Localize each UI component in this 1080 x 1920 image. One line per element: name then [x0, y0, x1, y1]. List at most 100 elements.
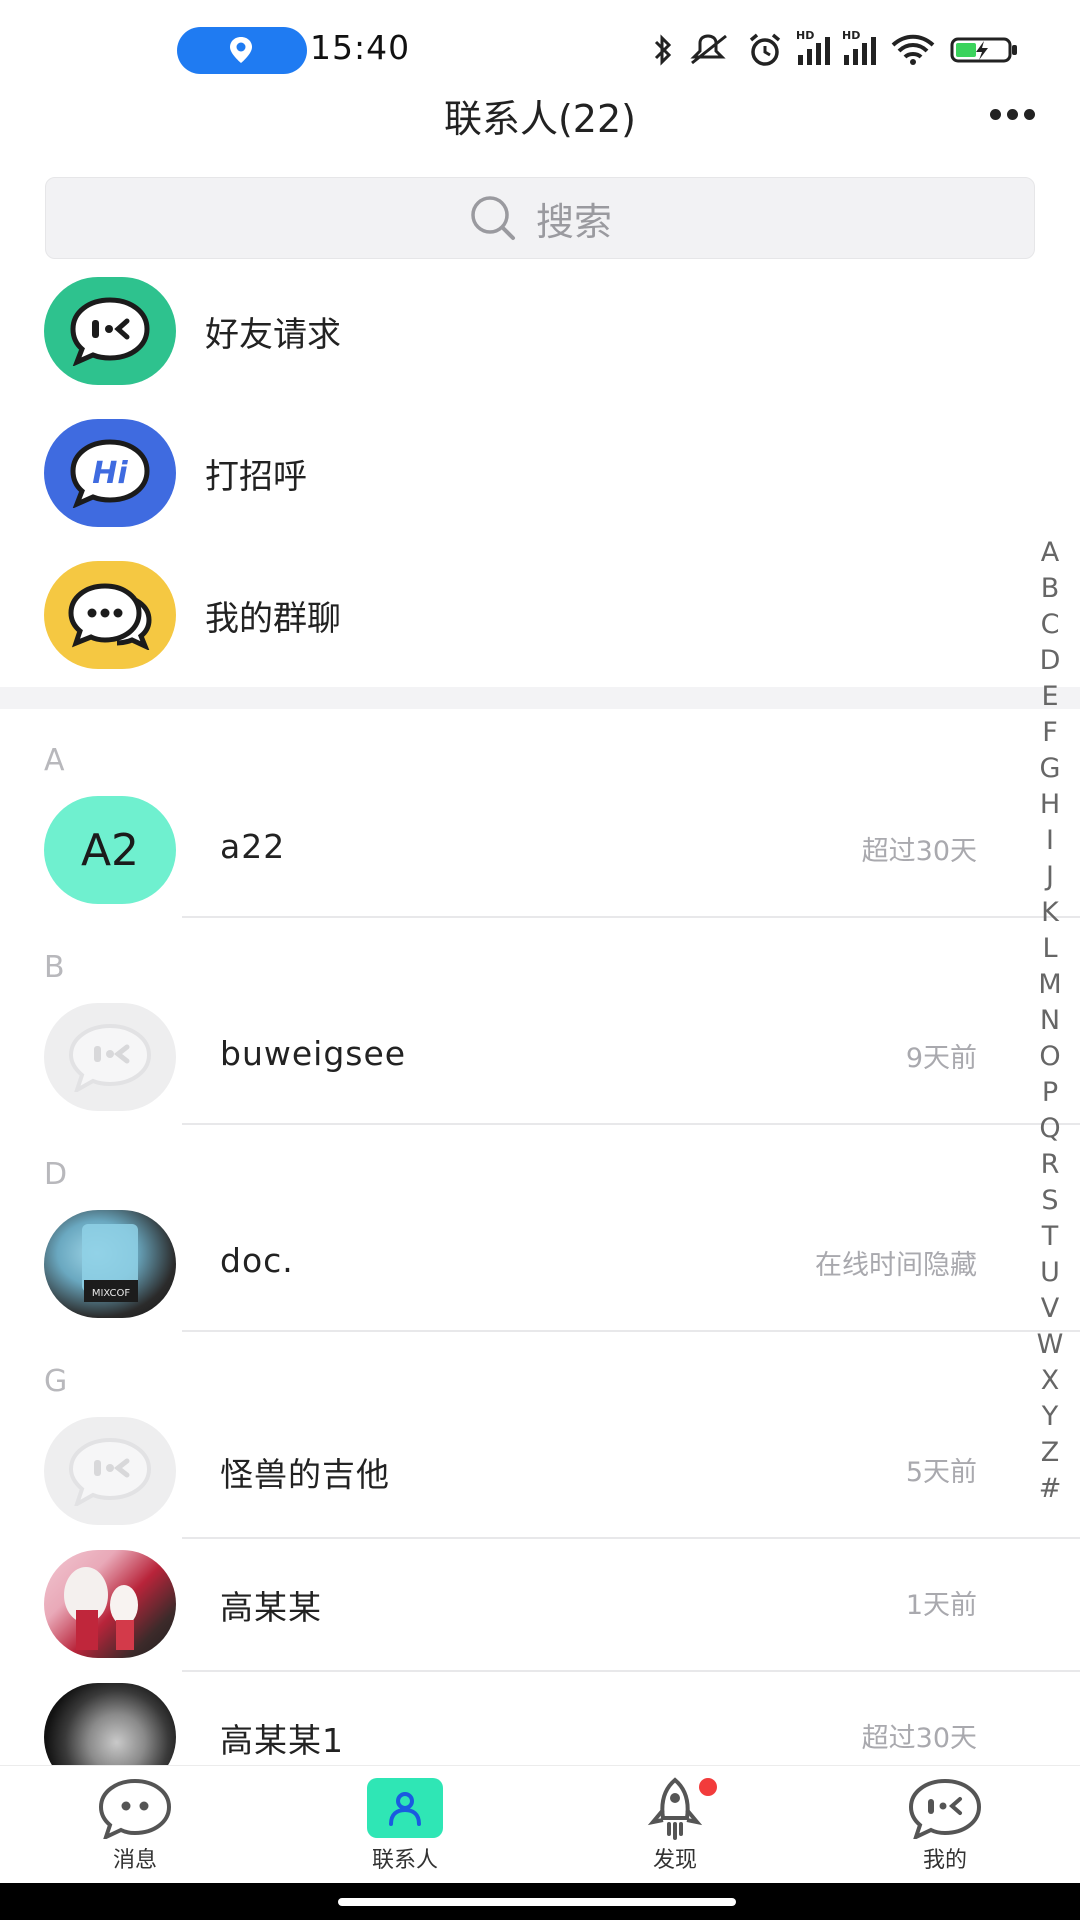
hi-icon: Hi — [44, 419, 176, 527]
location-pin-icon — [230, 37, 252, 63]
signal-sim1-icon: HD — [796, 29, 830, 65]
more-dot-icon — [1024, 108, 1035, 120]
signal-sim2-icon: HD — [842, 29, 876, 65]
mute-icon — [690, 34, 727, 65]
alphabet-index-letter[interactable]: # — [1036, 1471, 1064, 1507]
group-header: D — [44, 1157, 68, 1192]
contact-name: a22 — [220, 827, 286, 866]
nav-tab-contacts[interactable]: 联系人 — [335, 1776, 475, 1884]
group-chat-icon — [44, 561, 176, 669]
more-options-button[interactable] — [990, 100, 1038, 128]
default-avatar-icon — [44, 1417, 176, 1525]
location-indicator — [177, 27, 307, 74]
alphabet-index-letter[interactable]: S — [1036, 1183, 1064, 1219]
alphabet-index-letter[interactable]: R — [1036, 1147, 1064, 1183]
contact-last-active: 1天前 — [905, 1590, 977, 1621]
friend-request-icon — [44, 277, 176, 385]
contact-name: buweigsee — [220, 1034, 407, 1073]
nav-label: 我的 — [922, 1848, 967, 1873]
contact-row[interactable]: 高某某 1天前 — [0, 1539, 1080, 1672]
alphabet-index-letter[interactable]: T — [1036, 1219, 1064, 1255]
status-icons: HD HD — [652, 29, 1020, 70]
contact-name: 高某某1 — [220, 1721, 344, 1760]
page-title: 联系人(22) — [443, 97, 636, 141]
group-header: G — [44, 1364, 68, 1399]
discover-rocket-icon — [647, 1777, 703, 1840]
alphabet-index-letter[interactable]: E — [1036, 679, 1064, 715]
search-input[interactable]: 搜索 — [45, 177, 1035, 259]
bluetooth-icon — [654, 34, 672, 66]
contacts-icon — [367, 1778, 443, 1838]
contact-name: doc. — [220, 1241, 294, 1280]
search-icon — [471, 196, 515, 240]
contact-last-active: 超过30天 — [861, 1723, 977, 1754]
alphabet-index-letter[interactable]: Y — [1036, 1399, 1064, 1435]
contact-row[interactable]: MIXCOF doc. 在线时间隐藏 — [0, 1199, 1080, 1332]
entry-label: 好友请求 — [205, 315, 341, 355]
alphabet-index-letter[interactable]: Z — [1036, 1435, 1064, 1471]
nav-tab-discover[interactable]: 发现 — [605, 1776, 745, 1884]
more-dot-icon — [990, 108, 1001, 120]
wifi-icon — [891, 34, 935, 65]
contact-last-active: 超过30天 — [861, 836, 977, 867]
entry-my-groups[interactable]: 我的群聊 — [0, 561, 1080, 701]
nav-label: 联系人 — [371, 1848, 438, 1873]
nav-tab-messages[interactable]: 消息 — [65, 1776, 205, 1884]
contact-row[interactable]: A2 a22 超过30天 — [0, 785, 1080, 918]
entry-label: 我的群聊 — [205, 599, 341, 639]
alphabet-index-letter[interactable]: V — [1036, 1291, 1064, 1327]
nav-tab-profile[interactable]: 我的 — [875, 1776, 1015, 1884]
status-bar: 15:40 HD HD — [0, 0, 1080, 96]
avatar-photo-text: MIXCOF — [92, 1288, 131, 1299]
default-avatar-icon — [44, 1003, 176, 1111]
alphabet-index-letter[interactable]: B — [1036, 571, 1064, 607]
alphabet-index-letter[interactable]: G — [1036, 751, 1064, 787]
avatar: A2 — [44, 796, 176, 904]
home-indicator[interactable] — [338, 1898, 736, 1906]
avatar: MIXCOF — [44, 1210, 176, 1318]
group-header: B — [44, 950, 65, 985]
contact-name: 怪兽的吉他 — [220, 1455, 390, 1494]
contact-row[interactable]: 怪兽的吉他 5天前 — [0, 1406, 1080, 1539]
alphabet-index-letter[interactable]: M — [1036, 967, 1064, 1003]
battery-charging-icon — [950, 37, 1017, 63]
system-gesture-area — [0, 1883, 1080, 1920]
alphabet-index-letter[interactable]: D — [1036, 643, 1064, 679]
alphabet-index-letter[interactable]: C — [1036, 607, 1064, 643]
alphabet-index-letter[interactable]: N — [1036, 1003, 1064, 1039]
contact-row[interactable]: buweigsee 9天前 — [0, 992, 1080, 1125]
search-placeholder: 搜索 — [535, 199, 612, 244]
alphabet-index-letter[interactable]: X — [1036, 1363, 1064, 1399]
contact-name: 高某某 — [220, 1588, 322, 1627]
profile-icon — [908, 1778, 982, 1839]
alphabet-index-letter[interactable]: O — [1036, 1039, 1064, 1075]
contact-last-active: 在线时间隐藏 — [815, 1250, 977, 1281]
more-dot-icon — [1007, 108, 1018, 120]
entry-friend-requests[interactable]: 好友请求 — [0, 277, 1080, 417]
group-header: A — [44, 743, 65, 778]
contact-last-active: 5天前 — [905, 1457, 977, 1488]
alphabet-index-letter[interactable]: U — [1036, 1255, 1064, 1291]
notification-badge — [699, 1778, 717, 1796]
entry-greetings[interactable]: Hi 打招呼 — [0, 419, 1080, 559]
nav-label: 消息 — [112, 1848, 157, 1873]
row-divider — [182, 916, 1080, 918]
hi-icon-text: Hi — [92, 456, 128, 491]
alarm-icon — [749, 33, 781, 66]
alphabet-index-letter[interactable]: Q — [1036, 1111, 1064, 1147]
section-divider — [0, 687, 1080, 709]
alphabet-index-letter[interactable]: P — [1036, 1075, 1064, 1111]
status-time: 15:40 — [310, 28, 411, 67]
nav-label: 发现 — [652, 1848, 697, 1873]
entry-label: 打招呼 — [205, 457, 307, 497]
alphabet-index-letter[interactable]: A — [1036, 535, 1064, 571]
row-divider — [182, 1330, 1080, 1332]
alphabet-index-letter[interactable]: W — [1036, 1327, 1064, 1363]
alphabet-index-letter[interactable]: H — [1036, 787, 1064, 823]
alphabet-index-letter[interactable]: L — [1036, 931, 1064, 967]
alphabet-index-letter[interactable]: K — [1036, 895, 1064, 931]
alphabet-index-letter[interactable]: I — [1036, 823, 1064, 859]
alphabet-index-letter[interactable]: J — [1036, 859, 1064, 895]
alphabet-index-letter[interactable]: F — [1036, 715, 1064, 751]
alphabet-index[interactable]: A B C D E F G H I J K L M N O P Q R S T U V W X Y Z # — [1036, 535, 1064, 1507]
